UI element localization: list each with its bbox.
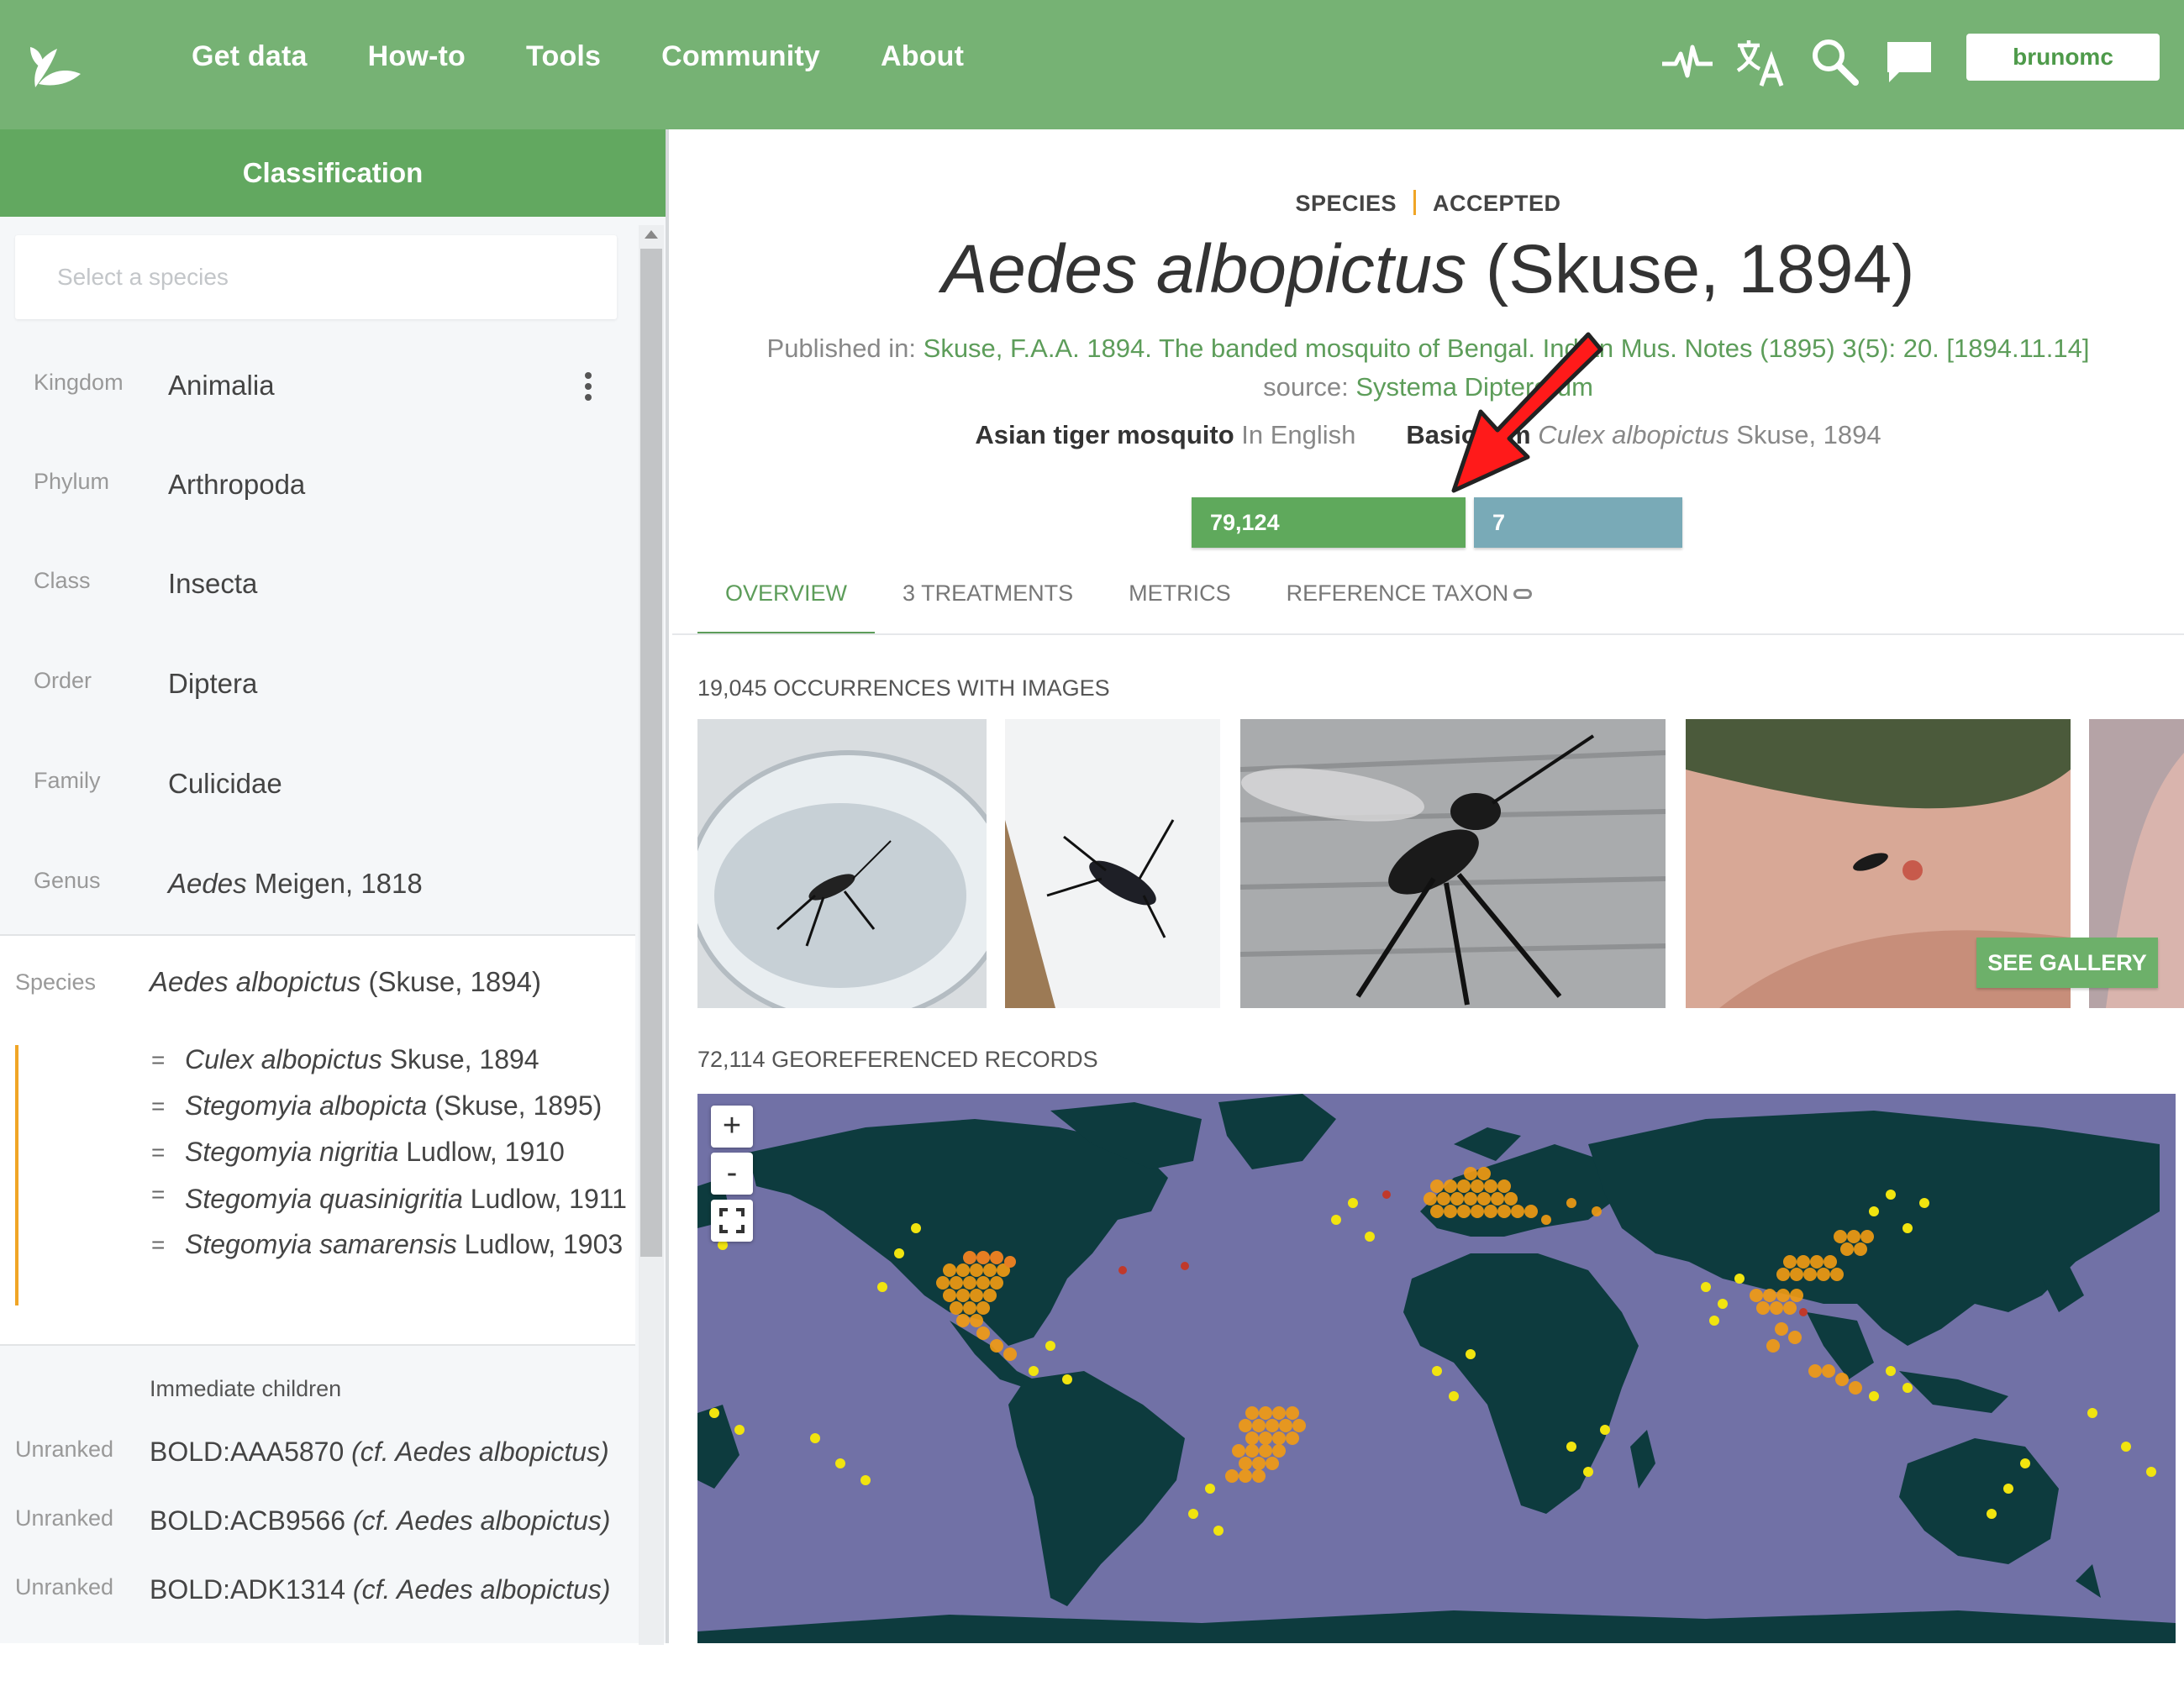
rank-value[interactable]: Animalia [168, 370, 275, 402]
nav-get-data[interactable]: Get data [192, 40, 308, 73]
rank-label: Class [34, 568, 91, 593]
synonym-list: Culex albopictus Skuse, 1894 Stegomyia a… [151, 1037, 630, 1268]
scroll-up-arrow-icon[interactable] [645, 230, 658, 239]
link-icon [1513, 589, 1533, 599]
see-gallery-button[interactable]: SEE GALLERY [1976, 938, 2158, 988]
status-separator [1413, 190, 1417, 215]
status-badge: ACCEPTED [1433, 191, 1561, 216]
classification-panel: Classification Kingdom Animalia Phylum A… [0, 129, 669, 1645]
child-row: Unranked BOLD:AAA5870 (cf. Aedes albopic… [0, 1437, 635, 1487]
occurrence-photo[interactable] [1005, 719, 1220, 1008]
translate-icon[interactable] [1734, 35, 1788, 89]
annotation-arrow-icon [1451, 332, 1603, 493]
search-icon[interactable] [1808, 35, 1862, 89]
activity-icon[interactable] [1660, 35, 1714, 89]
gallery-title: 19,045 OCCURRENCES WITH IMAGES [697, 675, 1110, 701]
tab-overview[interactable]: OVERVIEW [697, 568, 876, 635]
rank-row-kingdom: Kingdom Animalia [0, 370, 630, 420]
immediate-children-block: Immediate children Unranked BOLD:AAA5870… [0, 1346, 635, 1640]
nav-tools[interactable]: Tools [526, 40, 601, 73]
main-menu: Get data How-to Tools Community About [192, 40, 964, 73]
rank-row-phylum: Phylum Arthropoda [0, 469, 630, 519]
child-row: Unranked BOLD:ACB9566 (cf. Aedes albopic… [0, 1505, 635, 1556]
rank-value[interactable]: Arthropoda [168, 469, 305, 501]
feedback-icon[interactable] [1882, 35, 1936, 89]
rank-label: Kingdom [34, 370, 124, 395]
map-title: 72,114 GEOREFERENCED RECORDS [697, 1047, 1098, 1072]
child-rank-label: Unranked [15, 1574, 114, 1600]
vernacular-name: Asian tiger mosquito [975, 420, 1234, 449]
tab-treatments[interactable]: 3 TREATMENTS [875, 568, 1101, 635]
image-gallery [697, 719, 2184, 1008]
child-name[interactable]: BOLD:ACB9566 (cf. Aedes albopictus) [150, 1505, 610, 1537]
top-navigation: Get data How-to Tools Community About br… [0, 0, 2184, 129]
zoom-out-button[interactable]: - [711, 1153, 753, 1195]
sidebar-scrollbar[interactable] [639, 225, 664, 1645]
rank-row-class: Class Insecta [0, 568, 630, 618]
more-options-icon[interactable] [580, 370, 597, 403]
rank-label: Family [34, 768, 101, 793]
rank-label: Phylum [34, 469, 110, 494]
occurrence-map[interactable]: + - [697, 1094, 2176, 1643]
rank-row-order: Order Diptera [0, 668, 630, 718]
synonym-item[interactable]: Stegomyia samarensis Ludlow, 1903 [151, 1221, 630, 1268]
classification-header: Classification [0, 129, 666, 217]
child-rank-label: Unranked [15, 1437, 114, 1462]
rank-value[interactable]: Diptera [168, 668, 257, 700]
species-search [15, 235, 617, 319]
occurrence-photo[interactable] [697, 719, 987, 1008]
tab-reference-taxon[interactable]: REFERENCE TAXON [1259, 568, 1560, 635]
taxon-status-line: SPECIES ACCEPTED [672, 190, 2184, 217]
child-row: Unranked BOLD:ADK1314 (cf. Aedes albopic… [0, 1574, 635, 1625]
tab-divider [672, 633, 2184, 635]
children-title: Immediate children [150, 1376, 342, 1401]
rank-row-genus: Genus Aedes Meigen, 1818 [0, 868, 630, 918]
gbif-logo-icon[interactable] [24, 32, 84, 92]
species-search-input[interactable] [15, 235, 617, 319]
infraspecies-button[interactable]: 7 INFRASPECIES [1474, 497, 1682, 586]
rank-badge: SPECIES [1295, 191, 1397, 216]
current-species-block: Species Aedes albopictus (Skuse, 1894) C… [0, 936, 635, 1344]
synonym-item[interactable]: Culex albopictus Skuse, 1894 [151, 1037, 630, 1083]
synonym-item[interactable]: Stegomyia quasinigritia Ludlow, 1911 [151, 1175, 630, 1221]
child-name[interactable]: BOLD:ADK1314 (cf. Aedes albopictus) [150, 1574, 610, 1605]
world-map-canvas [697, 1094, 2176, 1643]
user-menu-button[interactable]: brunomc [1966, 34, 2160, 81]
fullscreen-icon[interactable] [711, 1200, 753, 1242]
tab-metrics[interactable]: METRICS [1101, 568, 1259, 635]
occurrence-photo[interactable] [1240, 719, 1666, 1008]
rank-label: Order [34, 668, 92, 693]
occurrences-button[interactable]: 79,124 OCCURRENCES [1192, 497, 1466, 586]
rank-label: Species [15, 969, 97, 995]
scrollbar-thumb[interactable] [640, 249, 662, 1257]
species-name: Aedes albopictus (Skuse, 1894) [150, 966, 541, 997]
nav-about[interactable]: About [881, 40, 964, 73]
rank-value[interactable]: Aedes Meigen, 1818 [168, 868, 423, 900]
child-rank-label: Unranked [15, 1505, 114, 1531]
nav-how-to[interactable]: How-to [368, 40, 466, 73]
child-name[interactable]: BOLD:AAA5870 (cf. Aedes albopictus) [150, 1437, 609, 1468]
rank-row-family: Family Culicidae [0, 768, 630, 818]
synonym-item[interactable]: Stegomyia nigritia Ludlow, 1910 [151, 1129, 630, 1175]
synonym-item[interactable]: Stegomyia albopicta (Skuse, 1895) [151, 1083, 630, 1129]
rank-value[interactable]: Culicidae [168, 768, 282, 800]
rank-label: Genus [34, 868, 101, 893]
nav-community[interactable]: Community [661, 40, 820, 73]
page-title: Aedes albopictus (Skuse, 1894) [941, 231, 1915, 307]
synonym-indicator-bar [15, 1045, 18, 1305]
zoom-in-button[interactable]: + [711, 1106, 753, 1148]
rank-value[interactable]: Insecta [168, 568, 257, 600]
tab-bar: OVERVIEW 3 TREATMENTS METRICS REFERENCE … [697, 568, 1560, 635]
